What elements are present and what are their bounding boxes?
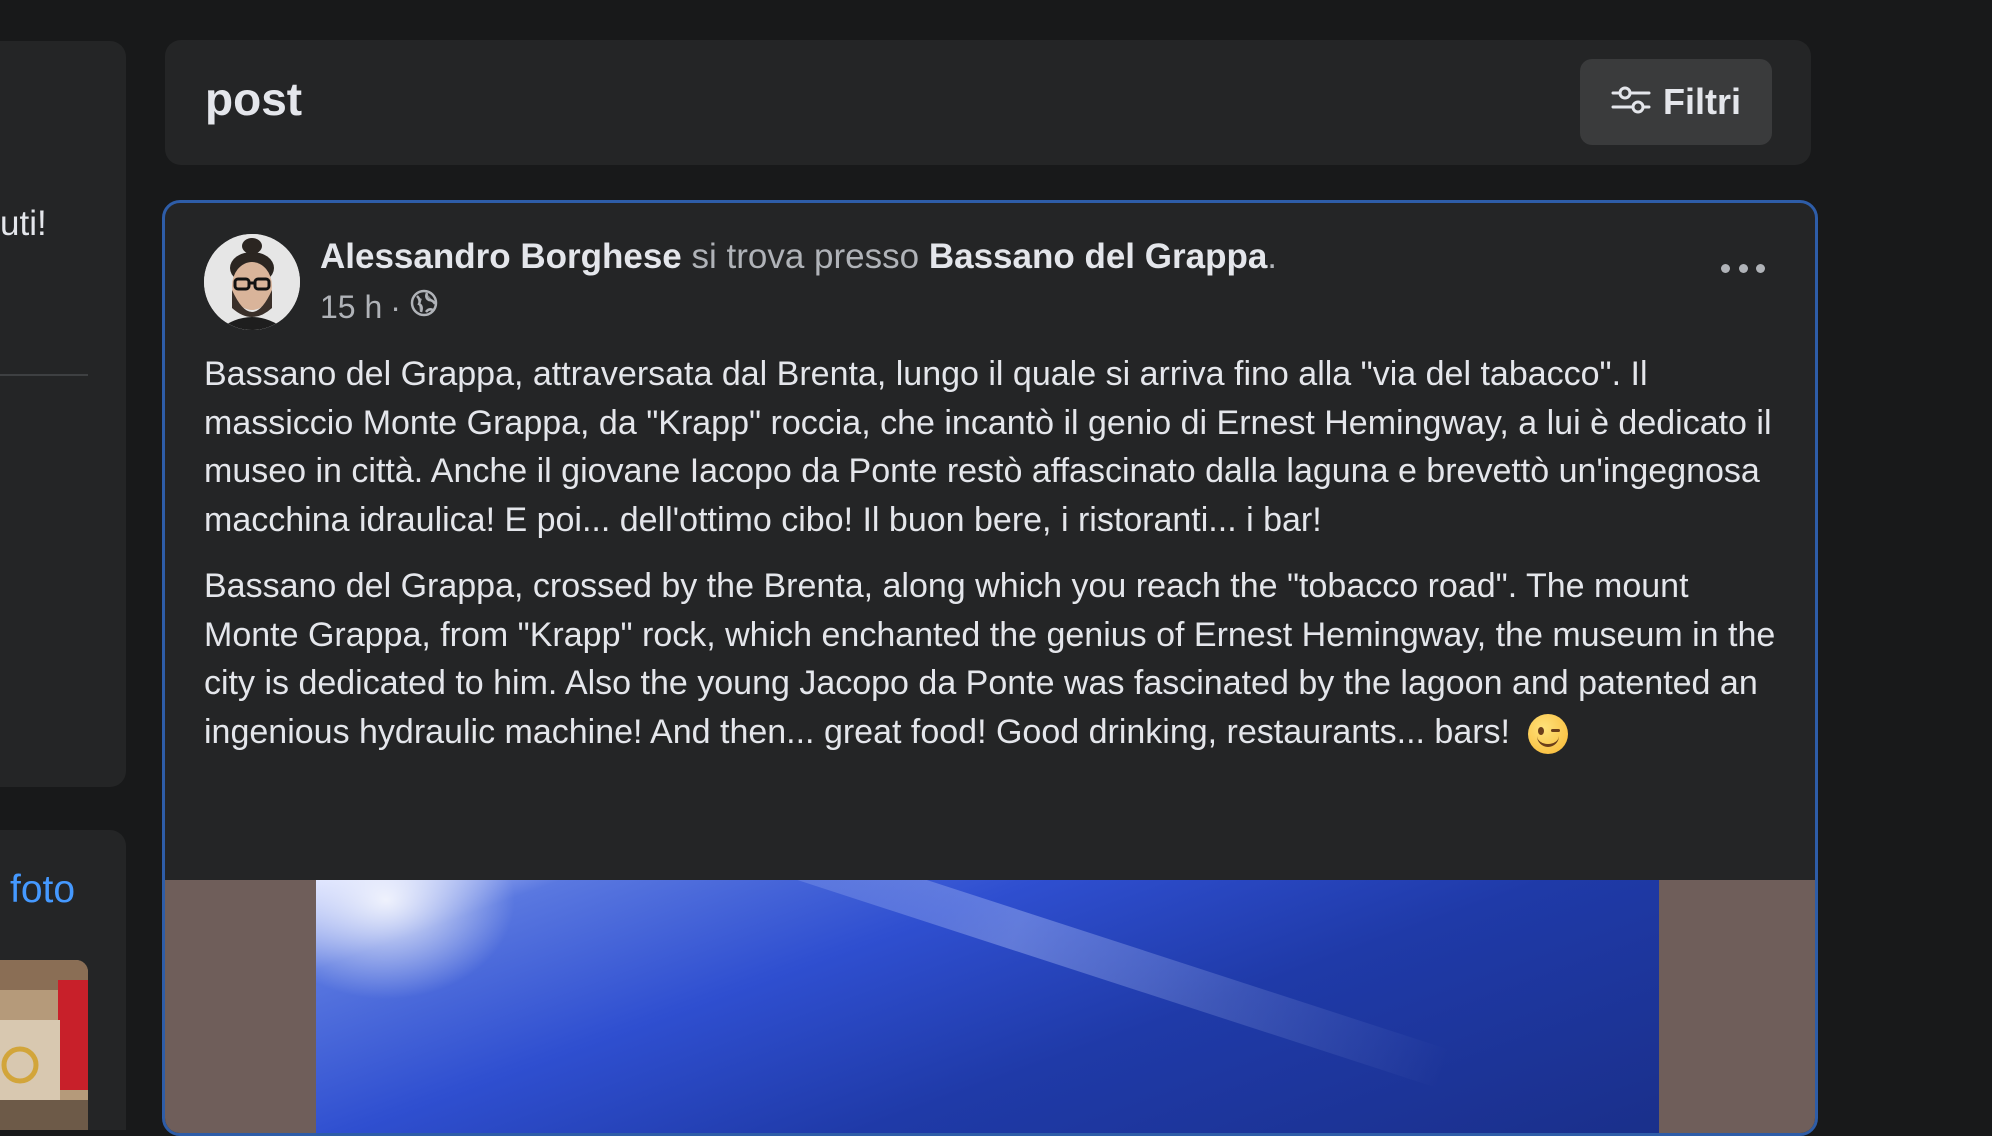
- location-name[interactable]: Bassano del Grappa: [929, 237, 1267, 276]
- post-card: Alessandro Borghese si trova presso Bass…: [162, 200, 1818, 1136]
- location-prefix: si trova presso: [691, 237, 920, 276]
- photo-thumbnail-image: [0, 960, 88, 1130]
- post-body: Bassano del Grappa, attraversata dal Bre…: [204, 350, 1784, 774]
- post-author-line: Alessandro Borghese si trova presso Bass…: [320, 237, 1277, 277]
- avatar[interactable]: [204, 234, 300, 330]
- page-title: post: [205, 73, 303, 125]
- filters-label: Filtri: [1663, 81, 1741, 122]
- posts-header: post Filtri: [165, 40, 1811, 165]
- left-sidebar-card: uti!: [0, 41, 126, 787]
- more-options-button[interactable]: [1721, 258, 1765, 278]
- post-text-english-paragraph: Bassano del Grappa, crossed by the Brent…: [204, 562, 1784, 756]
- sidebar-divider: [0, 374, 88, 376]
- location-suffix: .: [1267, 237, 1278, 276]
- post-meta: 15 h ·: [320, 288, 439, 326]
- post-photo-container: [165, 880, 1815, 1133]
- meta-separator: ·: [390, 288, 401, 325]
- filters-button[interactable]: Filtri: [1580, 59, 1772, 145]
- post-timestamp[interactable]: 15 h: [320, 289, 382, 326]
- winking-face-icon: [1528, 713, 1568, 754]
- photo-thumbnail[interactable]: [0, 960, 88, 1130]
- globe-icon: [409, 288, 439, 326]
- filters-icon: [1611, 84, 1651, 121]
- post-photo[interactable]: [316, 880, 1659, 1133]
- post-text-italian: Bassano del Grappa, attraversata dal Bre…: [204, 355, 1772, 539]
- photos-link[interactable]: foto: [10, 868, 75, 912]
- author-name[interactable]: Alessandro Borghese: [320, 237, 682, 276]
- more-dot-icon: [1738, 263, 1748, 273]
- more-dot-icon: [1721, 263, 1730, 273]
- sidebar-snippet-text: uti!: [0, 204, 47, 243]
- avatar-image: [204, 234, 300, 330]
- photos-card: foto: [0, 830, 126, 1130]
- more-dot-icon: [1756, 263, 1765, 273]
